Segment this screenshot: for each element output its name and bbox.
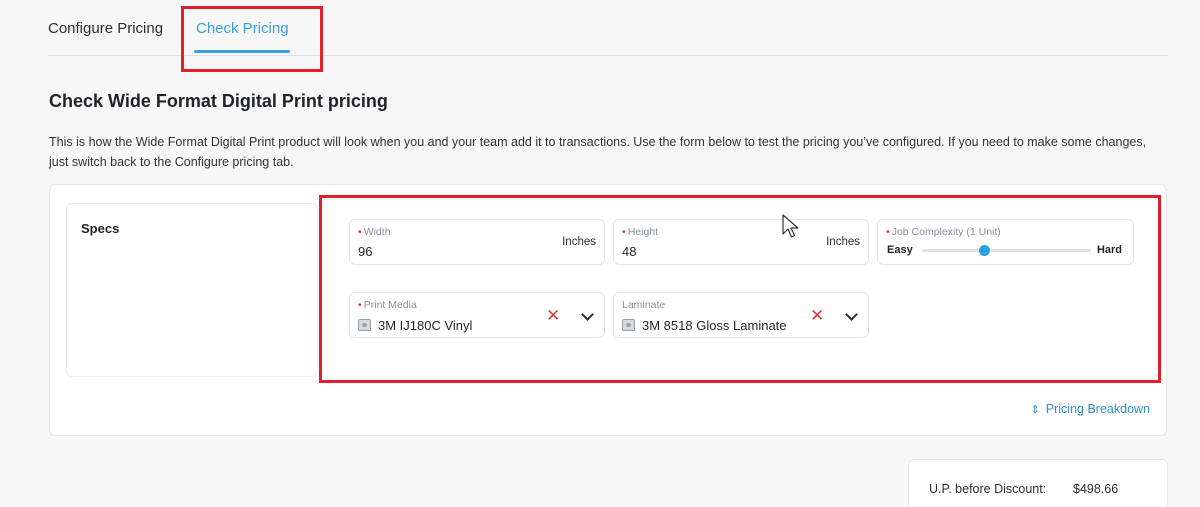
unit-price-label: U.P. before Discount:	[929, 482, 1047, 496]
expand-icon: ⇕	[1030, 404, 1040, 416]
specs-label: Specs	[81, 221, 120, 236]
tab-configure-pricing[interactable]: Configure Pricing	[48, 20, 163, 37]
price-summary-card: U.P. before Discount: $498.66	[908, 459, 1168, 507]
unit-price-value: $498.66	[1073, 482, 1119, 496]
pricing-breakdown-label: Pricing Breakdown	[1045, 402, 1150, 416]
page-title: Check Wide Format Digital Print pricing	[49, 91, 388, 111]
highlight-box-form	[319, 195, 1161, 383]
pricing-breakdown-link[interactable]: ⇕ Pricing Breakdown	[1031, 402, 1150, 416]
mouse-cursor-icon	[782, 214, 799, 238]
page-description: This is how the Wide Format Digital Prin…	[49, 135, 1147, 169]
highlight-box-tab	[181, 6, 323, 72]
